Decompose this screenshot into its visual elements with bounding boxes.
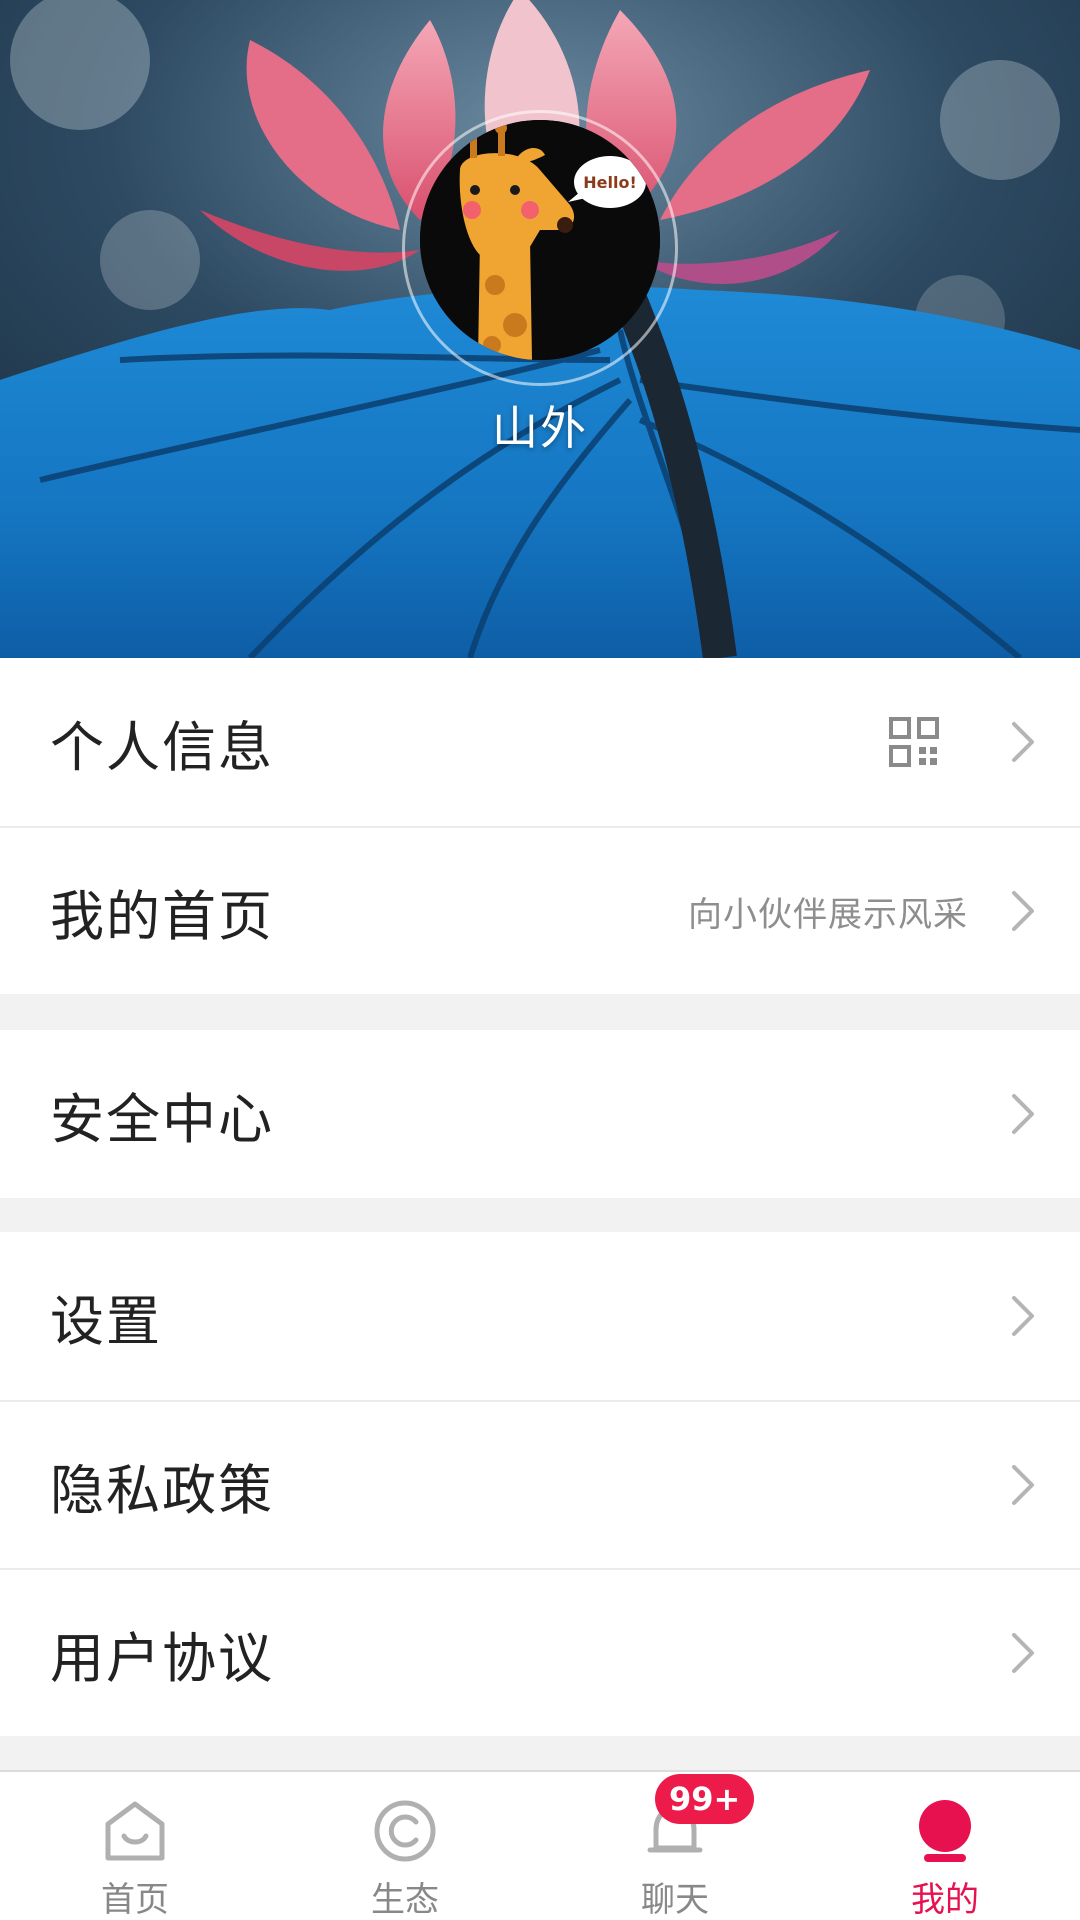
menu-group-settings: 设置 隐私政策 用户协议 xyxy=(0,1232,1080,1736)
tab-home[interactable]: 首页 xyxy=(0,1772,270,1920)
menu-item-user-agreement[interactable]: 用户协议 xyxy=(0,1568,1080,1736)
nickname: 山外 xyxy=(492,401,588,455)
profile-header: Hello! 山外 xyxy=(0,0,1080,658)
avatar[interactable]: Hello! xyxy=(420,120,660,360)
menu-label-privacy-policy: 隐私政策 xyxy=(50,1458,274,1522)
chevron-right-icon xyxy=(1004,1465,1040,1505)
chevron-right-icon xyxy=(1004,1094,1040,1134)
menu-subtitle-my-homepage: 向小伙伴展示风采 xyxy=(688,894,968,935)
tab-label-mine: 我的 xyxy=(911,1880,979,1920)
menu-item-security-center[interactable]: 安全中心 xyxy=(0,1030,1080,1198)
home-icon xyxy=(100,1796,170,1866)
tab-label-home: 首页 xyxy=(101,1880,169,1920)
menu-group-security: 安全中心 xyxy=(0,1030,1080,1198)
tab-label-chat: 聊天 xyxy=(641,1880,709,1920)
chevron-right-icon xyxy=(1004,1633,1040,1673)
giraffe-avatar-icon: Hello! xyxy=(420,120,660,360)
menu-label-settings: 设置 xyxy=(50,1289,162,1353)
chat-unread-badge: 99+ xyxy=(655,1774,755,1824)
menu-item-settings[interactable]: 设置 xyxy=(0,1232,1080,1400)
copyright-circle-icon xyxy=(370,1796,440,1866)
menu-item-privacy-policy[interactable]: 隐私政策 xyxy=(0,1400,1080,1568)
chevron-right-icon xyxy=(1004,1296,1040,1336)
tab-mine[interactable]: 我的 xyxy=(810,1772,1080,1920)
menu-label-my-homepage: 我的首页 xyxy=(50,884,274,948)
menu-label-personal-info: 个人信息 xyxy=(50,715,274,779)
profile-screen: Hello! 山外 个人信息 我的首页 向小伙伴展示风采 安全中心 设置 隐私政… xyxy=(0,0,1080,1920)
qr-code-icon[interactable] xyxy=(888,716,940,768)
chevron-right-icon xyxy=(1004,722,1040,762)
tab-label-ecology: 生态 xyxy=(371,1880,439,1920)
tab-ecology[interactable]: 生态 xyxy=(270,1772,540,1920)
menu-label-user-agreement: 用户协议 xyxy=(50,1626,274,1690)
avatar-speech-text: Hello! xyxy=(583,173,637,192)
menu-item-personal-info[interactable]: 个人信息 xyxy=(0,658,1080,826)
profile-dot-icon xyxy=(910,1796,980,1866)
menu-item-my-homepage[interactable]: 我的首页 向小伙伴展示风采 xyxy=(0,826,1080,994)
menu-label-security-center: 安全中心 xyxy=(50,1087,274,1151)
bottom-tab-bar: 首页 生态 聊天 我的 xyxy=(0,1770,1080,1920)
menu-group-account: 个人信息 我的首页 向小伙伴展示风采 xyxy=(0,658,1080,994)
chevron-right-icon xyxy=(1004,891,1040,931)
